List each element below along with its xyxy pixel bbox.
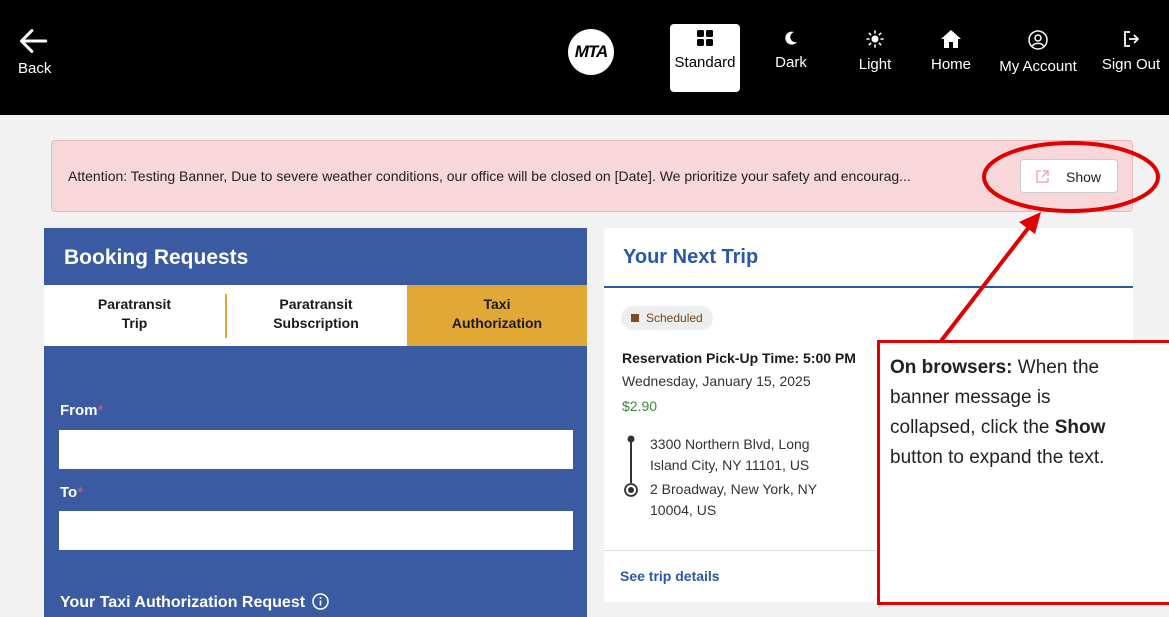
nav-home[interactable]: Home [928, 24, 974, 92]
to-label-text: To [60, 484, 78, 501]
booking-title: Booking Requests [64, 246, 249, 269]
callout-line3: collapsed, click the Show [890, 413, 1169, 443]
nav-dark[interactable]: Dark [766, 24, 816, 92]
callout-line1: On browsers: When the [890, 353, 1169, 383]
user-circle-icon [1028, 30, 1048, 50]
back-label: Back [18, 60, 52, 77]
callout-line1-rest: When the [1012, 357, 1100, 378]
tab-paratransit-trip[interactable]: Paratransit Trip [44, 285, 225, 346]
tab-label-line2: Trip [121, 315, 148, 331]
next-trip-title: Your Next Trip [623, 246, 759, 268]
info-icon[interactable] [311, 593, 329, 610]
required-asterisk: * [77, 484, 84, 501]
nav-my-account[interactable]: My Account [994, 24, 1082, 92]
annotation-callout: On browsers: When the banner message is … [877, 340, 1169, 605]
booking-requests-panel: Booking Requests Paratransit Trip Paratr… [44, 228, 587, 617]
tab-label-line1: Paratransit [97, 296, 172, 312]
alert-banner: Attention: Testing Banner, Due to severe… [51, 140, 1133, 212]
nav-light[interactable]: Light [852, 24, 898, 92]
tab-label-line1: Taxi [483, 296, 511, 312]
callout-text: On browsers: When the banner message is … [890, 353, 1169, 473]
nav-my-account-label: My Account [999, 58, 1077, 75]
nav-light-label: Light [858, 56, 892, 73]
grid-icon [697, 30, 713, 46]
route-line-icon [624, 435, 638, 497]
nav-sign-out[interactable]: Sign Out [1096, 24, 1166, 92]
destination-line1: 2 Broadway, New York, NY [650, 481, 818, 497]
home-icon [941, 30, 961, 48]
top-navigation-bar: Back MTA Standard Dark Light Home My Acc… [0, 0, 1169, 115]
nav-standard-label: Standard [674, 54, 736, 71]
show-button-label: Show [1066, 169, 1102, 185]
moon-icon [785, 31, 797, 45]
sign-out-icon [1124, 31, 1139, 47]
origin-line2: Island City, NY 11101, US [650, 457, 810, 473]
title-underline [604, 286, 1133, 288]
from-input[interactable] [59, 430, 573, 469]
callout-line2: banner message is [890, 387, 1051, 408]
tab-taxi-authorization[interactable]: Taxi Authorization [407, 285, 587, 346]
nav-dark-label: Dark [775, 54, 807, 71]
trip-date: Wednesday, January 15, 2025 [622, 373, 811, 389]
callout-line3-pre: collapsed, click the [890, 417, 1055, 438]
banner-message: Attention: Testing Banner, Due to severe… [68, 168, 911, 184]
required-asterisk: * [97, 402, 104, 419]
show-button[interactable]: Show [1020, 159, 1118, 193]
tab-label-line2: Subscription [273, 315, 359, 331]
callout-bold-show: Show [1054, 417, 1106, 438]
origin-line1: 3300 Northern Blvd, Long [650, 436, 810, 452]
from-label-text: From [60, 402, 98, 419]
status-text: Scheduled [646, 311, 703, 325]
status-square-icon [631, 314, 639, 322]
external-link-icon [1036, 170, 1049, 183]
nav-sign-out-label: Sign Out [1101, 56, 1161, 73]
to-label: To* [60, 484, 83, 501]
status-badge: Scheduled [621, 306, 713, 330]
taxi-request-label: Your Taxi Authorization Request [60, 594, 306, 611]
nav-home-label: Home [930, 56, 971, 73]
callout-bold-prefix: On browsers: [890, 357, 1013, 378]
destination-line2: 10004, US [650, 502, 717, 518]
taxi-request-heading: Your Taxi Authorization Request [60, 593, 329, 612]
tab-label-line1: Paratransit [279, 296, 353, 312]
back-button[interactable]: Back [18, 26, 78, 77]
from-label: From* [60, 402, 103, 419]
mta-logo: MTA [568, 29, 614, 75]
nav-standard[interactable]: Standard [670, 24, 740, 92]
pickup-time: Reservation Pick-Up Time: 5:00 PM [622, 350, 856, 366]
to-input[interactable] [59, 511, 573, 550]
see-trip-details-link[interactable]: See trip details [620, 568, 720, 584]
sun-icon [866, 30, 884, 48]
callout-line4: button to expand the text. [890, 447, 1105, 468]
trip-fare: $2.90 [622, 398, 658, 414]
destination-address: 2 Broadway, New York, NY 10004, US [650, 479, 817, 521]
origin-address: 3300 Northern Blvd, Long Island City, NY… [650, 434, 810, 476]
tab-paratransit-subscription[interactable]: Paratransit Subscription [225, 285, 407, 346]
tab-label-line2: Authorization [451, 315, 543, 331]
arrow-left-icon [19, 29, 48, 53]
booking-tabs: Paratransit Trip Paratransit Subscriptio… [44, 285, 587, 346]
